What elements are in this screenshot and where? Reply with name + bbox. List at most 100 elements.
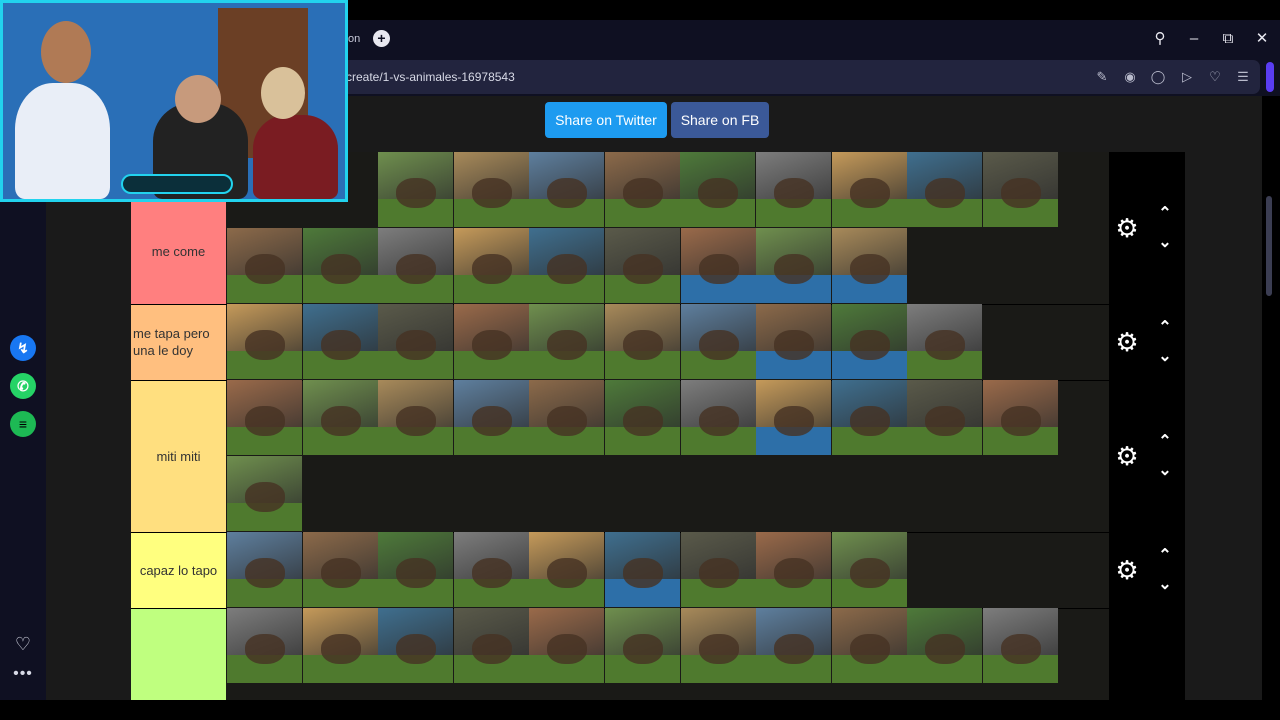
tier-item-great-dane[interactable] xyxy=(680,380,756,455)
tier-item-elephant[interactable] xyxy=(378,152,453,227)
messenger-icon[interactable]: ↯ xyxy=(10,335,36,361)
tier-item-brown-bear[interactable] xyxy=(529,152,605,227)
tier-label[interactable]: me come xyxy=(131,198,226,304)
tier-label[interactable] xyxy=(131,608,226,700)
tier-item-orca[interactable] xyxy=(680,228,756,303)
tier-item-wild-boar[interactable] xyxy=(453,228,529,303)
tier-item-hippo[interactable] xyxy=(529,304,605,379)
share-twitter-button[interactable]: Share on Twitter xyxy=(545,102,667,138)
tier-item-kangaroo[interactable] xyxy=(453,304,529,379)
tier-item-lion[interactable] xyxy=(680,152,756,227)
more-icon[interactable]: ••• xyxy=(12,665,34,683)
tier-item-eagle[interactable] xyxy=(453,532,529,607)
whatsapp-icon[interactable]: ✆ xyxy=(10,373,36,399)
tier-item-porcupine[interactable] xyxy=(680,532,756,607)
restore-icon[interactable]: ⧉ xyxy=(1217,28,1239,50)
heart-icon[interactable]: ♡ xyxy=(1205,67,1225,87)
tier-item-otter[interactable] xyxy=(831,532,907,607)
tier-item-macaque[interactable] xyxy=(302,532,378,607)
url-text[interactable]: create/1-vs-animales-16978543 xyxy=(346,68,515,86)
tier-item-goat[interactable] xyxy=(453,608,529,683)
tier-item-orangutan[interactable] xyxy=(831,152,907,227)
tier-item-bull[interactable] xyxy=(378,228,454,303)
tier-label[interactable]: capaz lo tapo xyxy=(131,532,226,608)
tier-item-wildebeest[interactable] xyxy=(302,228,378,303)
tier-item-walrus[interactable] xyxy=(907,304,983,379)
search-icon[interactable]: ⚲ xyxy=(1149,28,1171,50)
close-icon[interactable]: ✕ xyxy=(1251,28,1273,50)
tier-item-komodo-dragon[interactable] xyxy=(756,532,832,607)
gear-icon[interactable]: ⚙ xyxy=(1113,328,1141,356)
tier-item-stingray[interactable] xyxy=(605,532,680,607)
animal-silhouette xyxy=(320,558,361,588)
chevron-down-icon[interactable]: ⌄ xyxy=(1154,234,1176,252)
tier-item-seal[interactable] xyxy=(227,608,302,683)
tier-item-bison[interactable] xyxy=(907,152,983,227)
tier-item-rattlesnake[interactable] xyxy=(983,380,1058,455)
tier-item-sheep[interactable] xyxy=(529,608,605,683)
shield-icon[interactable]: ◯ xyxy=(1148,67,1168,87)
play-icon[interactable]: ▷ xyxy=(1177,67,1197,87)
tier-label[interactable]: me tapa pero una le doy xyxy=(131,304,226,380)
tier-item-tortoise[interactable] xyxy=(982,152,1058,227)
tier-item-cassowary[interactable] xyxy=(378,380,454,455)
tier-item-tasmanian-devil[interactable] xyxy=(605,608,680,683)
tier-item-zebra[interactable] xyxy=(378,304,454,379)
tier-item-hyena[interactable] xyxy=(302,380,378,455)
chevron-down-icon[interactable]: ⌄ xyxy=(1154,576,1176,594)
tier-item-deer[interactable] xyxy=(227,456,302,531)
chevron-up-icon[interactable]: ⌃ xyxy=(1154,319,1176,337)
chevron-up-icon[interactable]: ⌃ xyxy=(1154,547,1176,565)
sidebar-toggle[interactable] xyxy=(1266,62,1274,92)
tier-item-donkey[interactable] xyxy=(680,304,756,379)
tier-item-swordfish[interactable] xyxy=(756,380,832,455)
tier-item-bats[interactable] xyxy=(756,608,832,683)
chevron-up-icon[interactable]: ⌃ xyxy=(1154,433,1176,451)
tier-item-emu[interactable] xyxy=(453,380,529,455)
chevron-down-icon[interactable]: ⌄ xyxy=(1154,348,1176,366)
spotify-icon[interactable]: ≡ xyxy=(10,411,36,437)
chevron-down-icon[interactable]: ⌄ xyxy=(1154,462,1176,480)
tier-item-shark[interactable] xyxy=(756,228,832,303)
tier-item-panda[interactable] xyxy=(529,228,605,303)
gear-icon[interactable]: ⚙ xyxy=(1113,214,1141,242)
tier-item-whale[interactable] xyxy=(831,228,907,303)
tier-item-hawk[interactable] xyxy=(529,532,605,607)
tier-item-red-panda[interactable] xyxy=(907,608,983,683)
edit-icon[interactable]: ✎ xyxy=(1092,67,1112,87)
tier-item-snake[interactable] xyxy=(831,380,907,455)
tier-item-dolphin[interactable] xyxy=(756,304,832,379)
tier-item-python[interactable] xyxy=(605,228,680,303)
tier-item-crocodile[interactable] xyxy=(227,380,302,455)
tier-item-pitbull[interactable] xyxy=(529,380,605,455)
heart-icon[interactable]: ♡ xyxy=(12,633,34,655)
tier-item-llama[interactable] xyxy=(605,304,680,379)
tier-item-lemur[interactable] xyxy=(831,608,907,683)
tier-item-moose[interactable] xyxy=(604,152,680,227)
tier-item-rhino[interactable] xyxy=(227,228,302,303)
gear-icon[interactable]: ⚙ xyxy=(1113,442,1141,470)
tier-item-giraffe[interactable] xyxy=(453,152,529,227)
menu-icon[interactable]: ☰ xyxy=(1233,67,1253,87)
animal-silhouette xyxy=(698,254,739,284)
tier-item-shark[interactable] xyxy=(831,304,907,379)
tier-item-horse[interactable] xyxy=(302,304,378,379)
tier-item-cobra[interactable] xyxy=(907,380,983,455)
share-fb-button[interactable]: Share on FB xyxy=(671,102,769,138)
tier-item-lynx[interactable] xyxy=(227,532,302,607)
chevron-up-icon[interactable]: ⌃ xyxy=(1154,205,1176,223)
minimize-icon[interactable]: – xyxy=(1183,28,1205,50)
tier-item-raccoon[interactable] xyxy=(680,608,756,683)
tier-item-doberman[interactable] xyxy=(605,380,680,455)
tier-item-fox[interactable] xyxy=(378,608,454,683)
tier-item-gorilla[interactable] xyxy=(756,152,831,227)
tier-item-wolf[interactable] xyxy=(227,304,302,379)
new-tab-plus-icon[interactable]: + xyxy=(373,30,390,47)
tier-item-kangaroo[interactable] xyxy=(378,532,454,607)
tier-label[interactable]: miti miti xyxy=(131,380,226,532)
page-scrollbar[interactable] xyxy=(1266,196,1272,296)
camera-icon[interactable]: ◉ xyxy=(1120,67,1140,87)
tier-item-chihuahuas[interactable] xyxy=(983,608,1058,683)
tier-item-man[interactable] xyxy=(302,608,378,683)
gear-icon[interactable]: ⚙ xyxy=(1113,556,1141,584)
